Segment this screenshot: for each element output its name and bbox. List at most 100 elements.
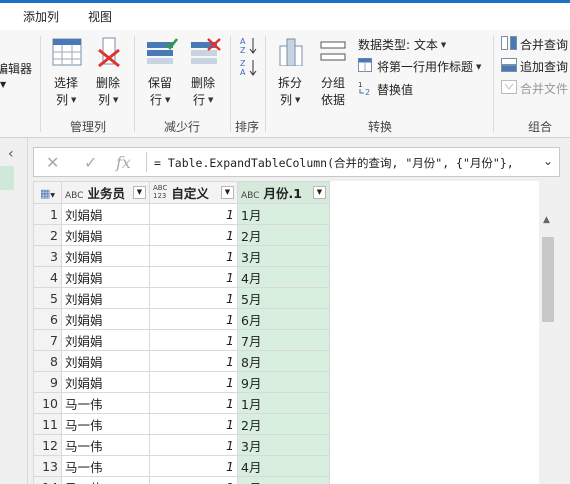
cancel-formula-icon[interactable]: ✕ <box>46 153 59 172</box>
table-row[interactable]: 9 刘娟娟 1 9月 <box>33 371 330 393</box>
month-cell[interactable]: 3月 <box>237 245 330 267</box>
salesperson-cell[interactable]: 马一伟 <box>61 392 150 414</box>
custom-cell[interactable]: 1 <box>149 350 238 372</box>
salesperson-cell[interactable]: 刘娟娟 <box>61 224 150 246</box>
table-row[interactable]: 4 刘娟娟 1 4月 <box>33 266 330 288</box>
salesperson-cell[interactable]: 马一伟 <box>61 476 150 484</box>
confirm-formula-icon[interactable]: ✓ <box>84 153 97 172</box>
salesperson-cell[interactable]: 刘娟娟 <box>61 350 150 372</box>
custom-cell[interactable]: 1 <box>149 413 238 435</box>
row-number[interactable]: 13 <box>33 455 62 477</box>
month-cell[interactable]: 6月 <box>237 308 330 330</box>
month-cell[interactable]: 8月 <box>237 350 330 372</box>
custom-cell[interactable]: 1 <box>149 434 238 456</box>
row-number[interactable]: 8 <box>33 350 62 372</box>
month-cell[interactable]: 4月 <box>237 266 330 288</box>
row-number[interactable]: 10 <box>33 392 62 414</box>
salesperson-cell[interactable]: 刘娟娟 <box>61 266 150 288</box>
table-menu-icon[interactable]: ▦▼ <box>33 181 62 204</box>
month-cell[interactable]: 1月 <box>237 203 330 225</box>
month-cell[interactable]: 5月 <box>237 287 330 309</box>
salesperson-cell[interactable]: 刘娟娟 <box>61 371 150 393</box>
row-number[interactable]: 6 <box>33 308 62 330</box>
table-row[interactable]: 14马一伟15月 <box>33 476 330 484</box>
month-cell[interactable]: 2月 <box>237 224 330 246</box>
column-header-month[interactable]: ABC 月份.1 ▼ <box>237 181 330 204</box>
custom-cell[interactable]: 1 <box>149 371 238 393</box>
salesperson-cell[interactable]: 刘娟娟 <box>61 329 150 351</box>
custom-cell[interactable]: 1 <box>149 287 238 309</box>
custom-cell[interactable]: 1 <box>149 203 238 225</box>
column-header-custom[interactable]: ABC 123 自定义 ▼ <box>149 181 238 204</box>
table-row[interactable]: 7 刘娟娟 1 7月 <box>33 329 330 351</box>
custom-cell[interactable]: 1 <box>149 308 238 330</box>
advanced-editor-label[interactable]: 编辑器 <box>0 60 32 77</box>
filter-dropdown-icon[interactable]: ▼ <box>313 186 326 199</box>
custom-cell[interactable]: 1 <box>149 266 238 288</box>
tab-view[interactable]: 视图 <box>88 8 112 25</box>
vertical-scrollbar[interactable]: ▲ <box>539 201 557 484</box>
any-type-icon[interactable]: ABC 123 <box>153 184 167 200</box>
month-cell[interactable]: 3月 <box>237 434 330 456</box>
table-row[interactable]: 13 马一伟 1 4月 <box>33 455 330 477</box>
table-row[interactable]: 6 刘娟娟 1 6月 <box>33 308 330 330</box>
row-number[interactable]: 5 <box>33 287 62 309</box>
append-queries-icon <box>501 58 517 72</box>
column-header-salesperson[interactable]: ABC 业务员 ▼ <box>61 181 150 204</box>
salesperson-cell[interactable]: 刘娟娟 <box>61 287 150 309</box>
row-number[interactable]: 3 <box>33 245 62 267</box>
table-row[interactable]: 2 刘娟娟 1 2月 <box>33 224 330 246</box>
table-row[interactable]: 12 马一伟 1 3月 <box>33 434 330 456</box>
custom-cell[interactable]: 1 <box>149 329 238 351</box>
custom-cell[interactable]: 1 <box>149 224 238 246</box>
chevron-left-icon[interactable]: ‹ <box>8 146 14 162</box>
table-row[interactable]: 1 刘娟娟 1 1月 <box>33 203 330 225</box>
row-number[interactable]: 9 <box>33 371 62 393</box>
salesperson-cell[interactable]: 马一伟 <box>61 455 150 477</box>
text-type-icon[interactable]: ABC <box>241 191 259 201</box>
replace-values-label: 替换值 <box>377 83 414 97</box>
salesperson-cell[interactable]: 刘娟娟 <box>61 308 150 330</box>
row-number[interactable]: 12 <box>33 434 62 456</box>
table-row[interactable]: 8 刘娟娟 1 8月 <box>33 350 330 372</box>
salesperson-cell[interactable]: 刘娟娟 <box>61 245 150 267</box>
text-type-icon[interactable]: ABC <box>65 191 83 201</box>
table-row[interactable]: 5 刘娟娟 1 5月 <box>33 287 330 309</box>
row-number[interactable]: 4 <box>33 266 62 288</box>
custom-cell[interactable]: 1 <box>149 392 238 414</box>
split-column-label-2: 列 ▼ <box>280 93 301 107</box>
fx-icon[interactable]: fx <box>116 153 131 172</box>
row-number[interactable]: 7 <box>33 329 62 351</box>
filter-dropdown-icon[interactable]: ▼ <box>221 186 234 199</box>
merge-files-label: 合并文件 <box>520 82 569 96</box>
scroll-up-icon[interactable]: ▲ <box>543 215 550 225</box>
salesperson-cell[interactable]: 刘娟娟 <box>61 203 150 225</box>
month-cell[interactable]: 5月 <box>237 476 330 484</box>
custom-cell[interactable]: 1 <box>149 245 238 267</box>
month-cell[interactable]: 2月 <box>237 413 330 435</box>
keep-rows-label: 保留 <box>148 76 173 90</box>
month-cell[interactable]: 7月 <box>237 329 330 351</box>
custom-cell[interactable]: 1 <box>149 455 238 477</box>
table-row[interactable]: 3 刘娟娟 1 3月 <box>33 245 330 267</box>
salesperson-cell[interactable]: 马一伟 <box>61 413 150 435</box>
salesperson-cell[interactable]: 马一伟 <box>61 434 150 456</box>
formula-input[interactable]: = Table.ExpandTableColumn(合并的查询, "月份", {… <box>154 155 514 171</box>
data-type-dropdown[interactable]: 数据类型: 文本 ▼ <box>358 36 446 53</box>
month-cell[interactable]: 9月 <box>237 371 330 393</box>
group-combine: 组合 <box>527 120 552 134</box>
month-cell[interactable]: 4月 <box>237 455 330 477</box>
table-row[interactable]: 11 马一伟 1 2月 <box>33 413 330 435</box>
filter-dropdown-icon[interactable]: ▼ <box>133 186 146 199</box>
row-number[interactable]: 2 <box>33 224 62 246</box>
tab-add-column[interactable]: 添加列 <box>23 8 59 25</box>
row-number[interactable]: 1 <box>33 203 62 225</box>
row-number[interactable]: 11 <box>33 413 62 435</box>
group-reduce-rows: 减少行 <box>163 120 200 134</box>
month-cell[interactable]: 1月 <box>237 392 330 414</box>
custom-cell[interactable]: 1 <box>149 476 238 484</box>
chevron-down-icon[interactable]: ⌄ <box>543 154 553 168</box>
table-row[interactable]: 10 马一伟 1 1月 <box>33 392 330 414</box>
scroll-thumb[interactable] <box>542 237 554 322</box>
row-number[interactable]: 14 <box>33 476 62 484</box>
